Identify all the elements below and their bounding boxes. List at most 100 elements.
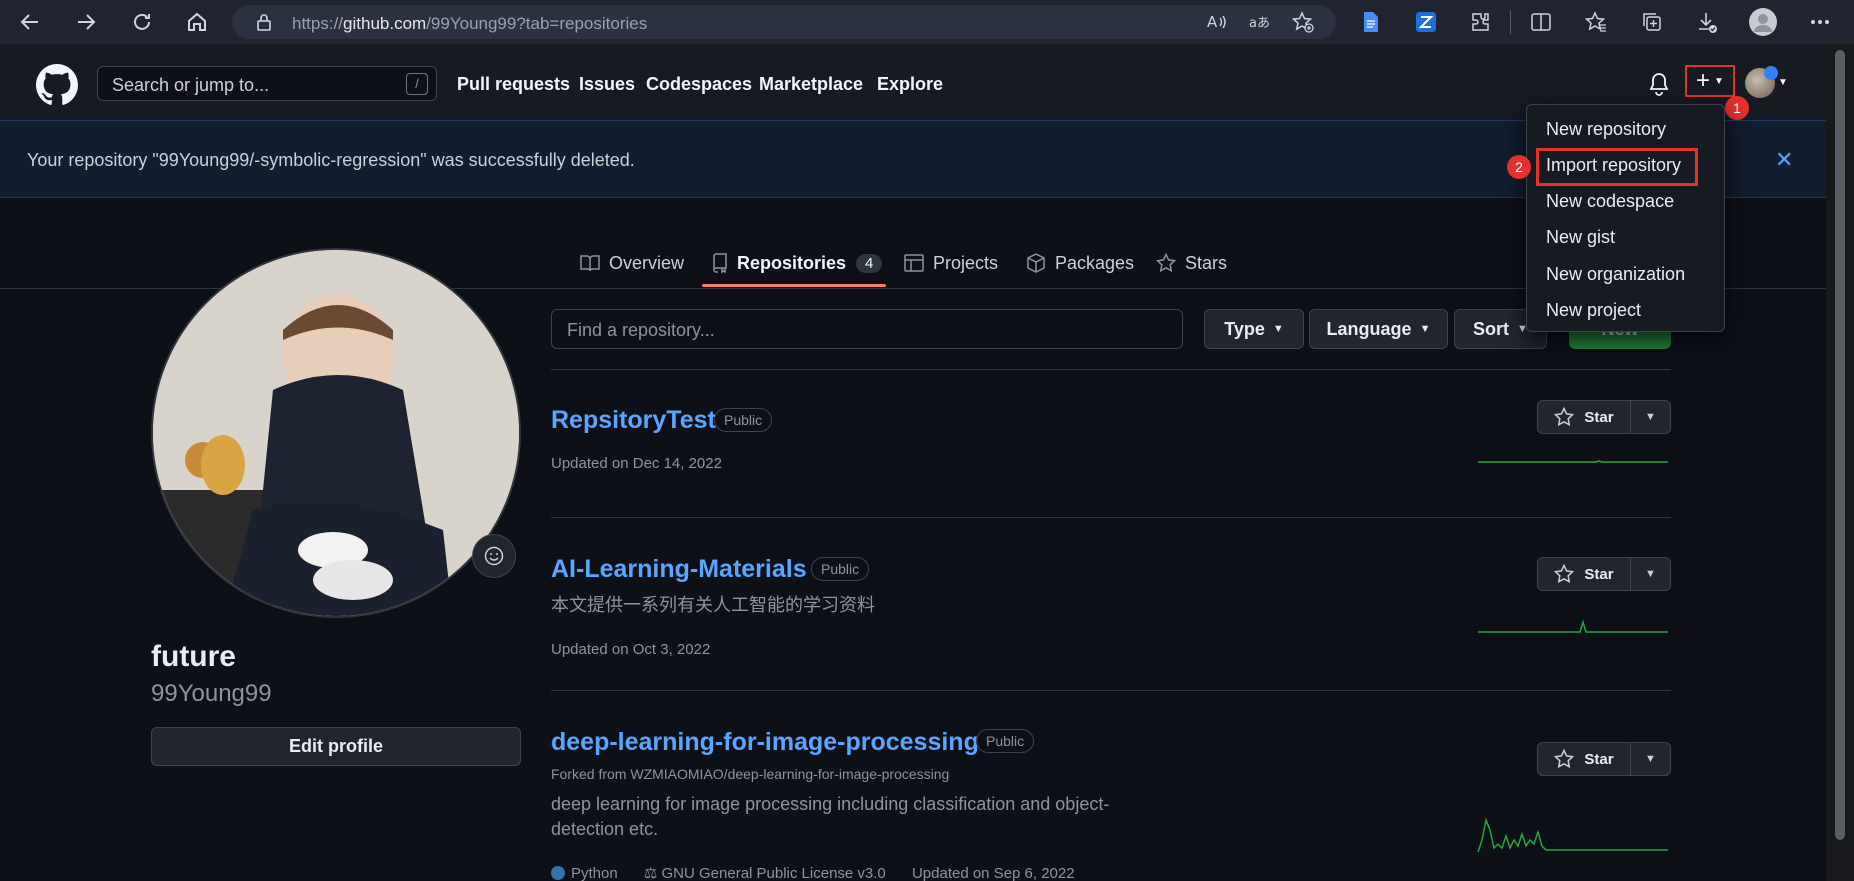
- tab-packages[interactable]: Packages: [1026, 248, 1134, 278]
- visibility-badge: Public: [714, 408, 773, 432]
- collections-icon[interactable]: [1637, 7, 1667, 37]
- profile-icon[interactable]: [1748, 7, 1778, 37]
- split-screen-icon[interactable]: [1526, 7, 1556, 37]
- repo-updated: Updated on Dec 14, 2022: [551, 455, 722, 472]
- tab-stars[interactable]: Stars: [1156, 248, 1227, 278]
- menu-item-new-codespace[interactable]: New codespace: [1546, 191, 1674, 212]
- tab-projects[interactable]: Projects: [904, 248, 998, 278]
- github-logo-icon[interactable]: [36, 64, 78, 106]
- document-extension-icon[interactable]: [1356, 7, 1386, 37]
- create-new-dropdown: New repository Import repository New cod…: [1526, 104, 1725, 332]
- svg-text:aあ: aあ: [1249, 16, 1270, 31]
- repo-language: Python: [571, 865, 618, 881]
- search-input[interactable]: Search or jump to... /: [97, 66, 437, 101]
- nav-pull-requests[interactable]: Pull requests: [457, 74, 570, 95]
- star-icon: [1554, 407, 1575, 427]
- read-aloud-icon[interactable]: A: [1202, 7, 1232, 37]
- tab-overview[interactable]: Overview: [580, 248, 684, 278]
- star-main[interactable]: Star: [1538, 401, 1631, 433]
- repo-link[interactable]: deep-learning-for-image-processing: [551, 728, 979, 757]
- tab-repositories[interactable]: Repositories 4: [712, 248, 883, 278]
- package-icon: [1027, 253, 1045, 273]
- close-icon[interactable]: ✕: [1775, 147, 1793, 173]
- set-status-button[interactable]: [472, 534, 516, 578]
- profile-login: 99Young99: [151, 680, 272, 707]
- favorites-icon[interactable]: [1581, 7, 1611, 37]
- repo-updated: Updated on Sep 6, 2022: [911, 865, 1075, 881]
- nav-explore[interactable]: Explore: [877, 74, 943, 95]
- refresh-icon[interactable]: [127, 7, 157, 37]
- repositories-count: 4: [856, 253, 883, 273]
- avatar-chevron-down-icon[interactable]: ▼: [1778, 77, 1788, 88]
- bell-icon[interactable]: [1648, 72, 1670, 96]
- scrollbar-thumb[interactable]: [1835, 50, 1845, 840]
- table-icon: [904, 254, 924, 272]
- plus-icon: +: [1696, 67, 1711, 94]
- smiley-icon: [484, 546, 504, 566]
- find-repository-placeholder: Find a repository...: [567, 320, 715, 340]
- repo-description-continued: detection etc.: [551, 819, 659, 839]
- list-divider: [551, 369, 1671, 370]
- star-button[interactable]: Star ▼: [1537, 742, 1671, 776]
- forward-icon[interactable]: [71, 7, 101, 37]
- star-list-chevron-down-icon[interactable]: ▼: [1631, 743, 1670, 775]
- repo-license[interactable]: GNU General Public License v3.0: [662, 865, 886, 881]
- star-main[interactable]: Star: [1538, 743, 1631, 775]
- law-icon: ⚖: [643, 865, 658, 881]
- profile-name: future: [151, 640, 236, 673]
- flash-message: Your repository "99Young99/-symbolic-reg…: [27, 150, 635, 170]
- menu-item-new-repository[interactable]: New repository: [1546, 119, 1666, 140]
- translate-icon[interactable]: aあ: [1245, 7, 1275, 37]
- chevron-down-icon: ▼: [1272, 323, 1284, 335]
- annotation-badge-1: 1: [1725, 96, 1749, 120]
- book-icon: [580, 255, 600, 272]
- more-options-icon[interactable]: [1805, 7, 1835, 37]
- nav-marketplace[interactable]: Marketplace: [759, 74, 863, 95]
- repo-description: 本文提供一系列有关人工智能的学习资料: [551, 595, 875, 615]
- repo-description: deep learning for image processing inclu…: [551, 794, 1110, 814]
- home-icon[interactable]: [182, 7, 212, 37]
- annotation-badge-2: 2: [1507, 155, 1531, 179]
- menu-item-new-gist[interactable]: New gist: [1546, 227, 1615, 248]
- chevron-down-icon: ▼: [1419, 323, 1431, 335]
- repo-icon: [713, 253, 727, 273]
- list-divider: [551, 690, 1671, 691]
- toolbar-divider: [1510, 10, 1511, 34]
- repo-link[interactable]: RepsitoryTest: [551, 406, 716, 435]
- menu-item-import-repository[interactable]: Import repository: [1546, 155, 1681, 176]
- find-repository-input[interactable]: Find a repository...: [551, 309, 1183, 349]
- nav-codespaces[interactable]: Codespaces: [646, 74, 752, 95]
- activity-sparkline: [1478, 619, 1668, 633]
- back-icon[interactable]: [15, 7, 45, 37]
- repo-updated: Updated on Oct 3, 2022: [551, 641, 711, 658]
- search-placeholder: Search or jump to...: [112, 75, 270, 95]
- repo-link[interactable]: AI-Learning-Materials: [551, 555, 807, 584]
- visibility-badge: Public: [976, 729, 1035, 753]
- menu-item-new-project[interactable]: New project: [1546, 300, 1641, 321]
- edit-profile-button[interactable]: Edit profile: [151, 727, 521, 766]
- browser-toolbar: https://github.com/99Young99?tab=reposit…: [0, 0, 1854, 44]
- page-scrollbar[interactable]: [1826, 44, 1854, 881]
- status-dot: [1764, 66, 1778, 80]
- downloads-icon[interactable]: [1692, 7, 1722, 37]
- profile-avatar[interactable]: [151, 248, 521, 618]
- menu-item-new-organization[interactable]: New organization: [1546, 264, 1685, 285]
- activity-sparkline: [1477, 817, 1668, 853]
- type-filter-button[interactable]: Type ▼: [1204, 309, 1304, 349]
- extension-z-icon[interactable]: [1411, 7, 1441, 37]
- star-list-chevron-down-icon[interactable]: ▼: [1631, 401, 1670, 433]
- address-bar[interactable]: https://github.com/99Young99?tab=reposit…: [232, 5, 1336, 39]
- star-list-chevron-down-icon[interactable]: ▼: [1631, 558, 1670, 590]
- favorite-add-icon[interactable]: [1288, 7, 1318, 37]
- search-shortcut-key: /: [406, 73, 428, 95]
- star-button[interactable]: Star ▼: [1537, 557, 1671, 591]
- activity-sparkline: [1478, 460, 1668, 463]
- nav-issues[interactable]: Issues: [579, 74, 635, 95]
- active-tab-indicator: [702, 284, 886, 287]
- star-button[interactable]: Star ▼: [1537, 400, 1671, 434]
- extensions-icon[interactable]: [1465, 7, 1495, 37]
- star-icon: [1554, 749, 1575, 769]
- star-main[interactable]: Star: [1538, 558, 1631, 590]
- language-filter-button[interactable]: Language ▼: [1309, 309, 1448, 349]
- create-new-button[interactable]: + ▼: [1685, 65, 1735, 97]
